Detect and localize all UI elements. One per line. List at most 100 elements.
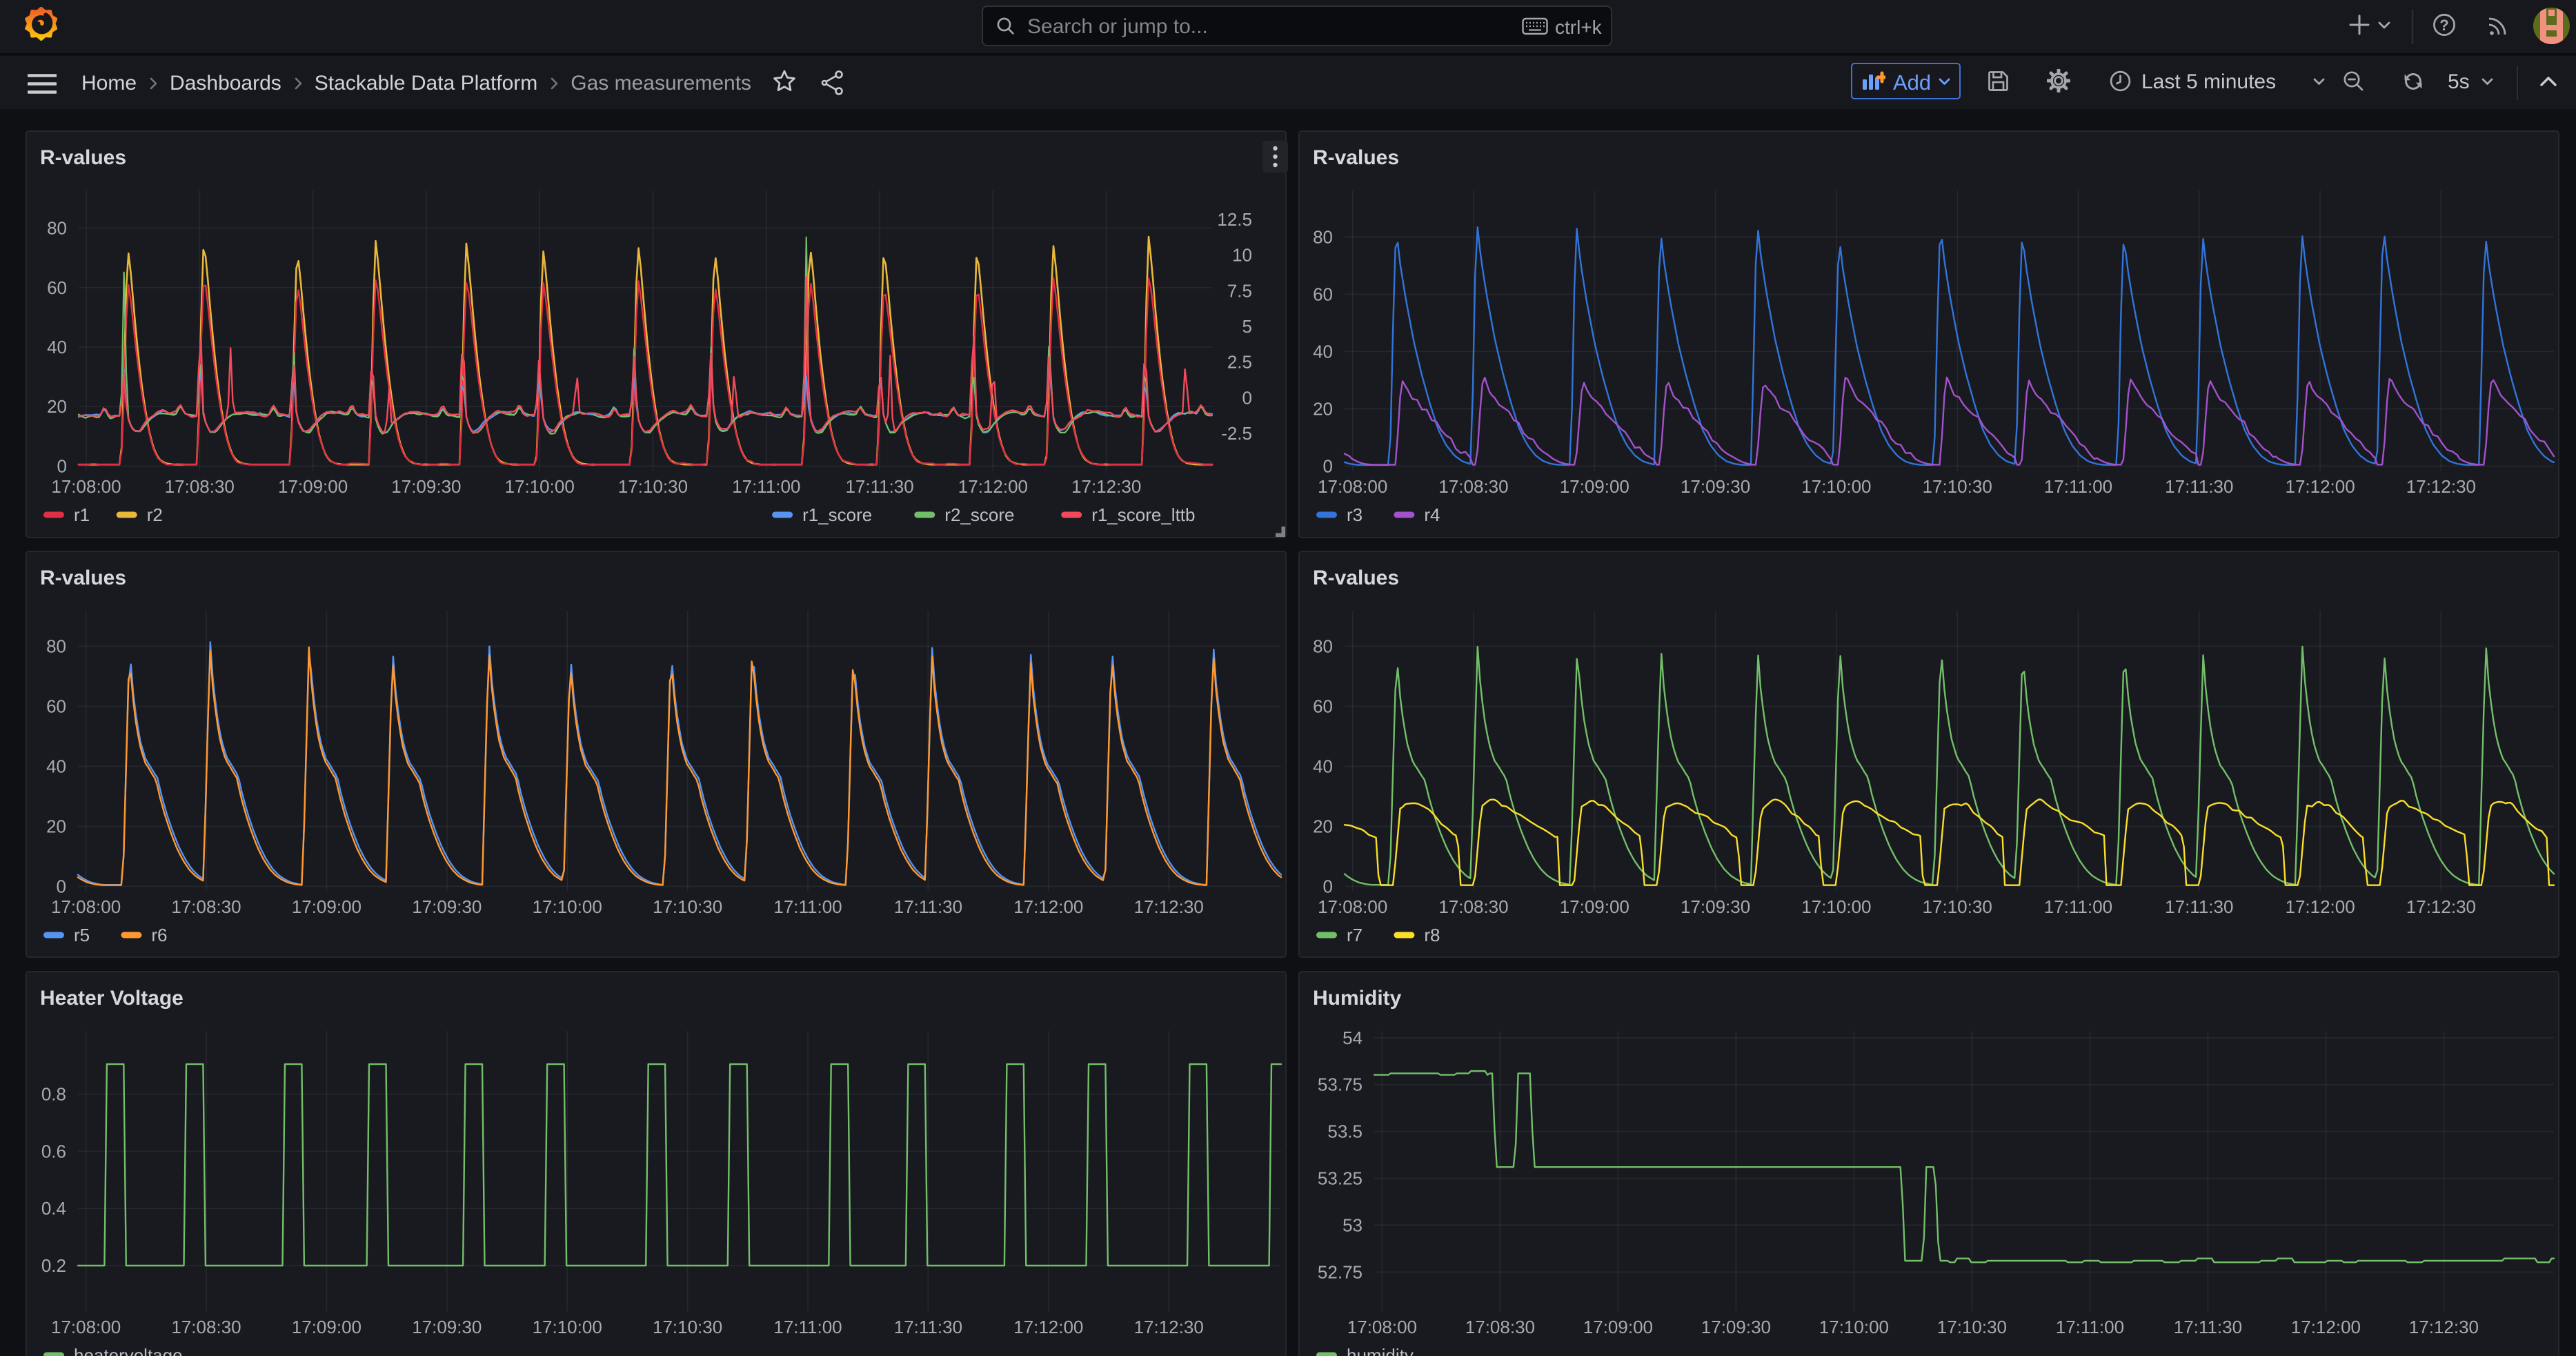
svg-text:0.4: 0.4	[41, 1198, 66, 1219]
svg-text:52.75: 52.75	[1318, 1261, 1363, 1282]
svg-text:r4: r4	[1424, 504, 1440, 525]
svg-text:17:10:30: 17:10:30	[653, 1317, 722, 1337]
svg-text:heatervoltage: heatervoltage	[74, 1345, 183, 1356]
svg-text:17:12:00: 17:12:00	[958, 476, 1028, 497]
svg-text:20: 20	[47, 396, 67, 417]
svg-text:r5: r5	[74, 925, 90, 945]
svg-text:17:09:00: 17:09:00	[278, 476, 348, 497]
svg-text:17:12:00: 17:12:00	[2291, 1317, 2361, 1337]
svg-text:17:12:30: 17:12:30	[1134, 896, 1204, 917]
svg-text:60: 60	[46, 696, 66, 716]
svg-text:17:11:30: 17:11:30	[2165, 896, 2233, 917]
svg-text:17:09:30: 17:09:30	[1681, 896, 1750, 917]
svg-text:0.8: 0.8	[41, 1084, 66, 1105]
svg-text:r2: r2	[147, 504, 163, 525]
svg-text:17:09:30: 17:09:30	[391, 476, 461, 497]
svg-text:17:10:00: 17:10:00	[1801, 896, 1871, 917]
svg-text:17:08:00: 17:08:00	[51, 1317, 121, 1337]
svg-text:0: 0	[1323, 876, 1333, 896]
svg-text:17:12:30: 17:12:30	[2409, 1317, 2479, 1337]
svg-text:?: ?	[2439, 17, 2448, 34]
svg-text:17:09:30: 17:09:30	[412, 896, 482, 917]
svg-text:2.5: 2.5	[1227, 352, 1252, 373]
svg-text:17:09:30: 17:09:30	[1701, 1317, 1771, 1337]
svg-text:r1: r1	[74, 504, 90, 525]
svg-text:17:10:30: 17:10:30	[653, 896, 722, 917]
svg-text:17:08:30: 17:08:30	[165, 476, 235, 497]
svg-text:40: 40	[1313, 341, 1333, 362]
svg-text:0.2: 0.2	[41, 1255, 66, 1276]
svg-text:7.5: 7.5	[1227, 280, 1252, 301]
svg-text:17:09:30: 17:09:30	[1681, 476, 1750, 497]
svg-text:17:09:00: 17:09:00	[1583, 1317, 1653, 1337]
svg-text:17:11:00: 17:11:00	[2044, 896, 2112, 917]
svg-text:R-values: R-values	[40, 146, 126, 169]
svg-text:60: 60	[1313, 284, 1333, 304]
svg-text:17:11:00: 17:11:00	[773, 896, 842, 917]
svg-text:17:09:00: 17:09:00	[1560, 896, 1629, 917]
svg-text:17:11:30: 17:11:30	[894, 896, 962, 917]
svg-text:Heater Voltage: Heater Voltage	[40, 987, 184, 1010]
svg-text:80: 80	[46, 636, 66, 656]
svg-text:17:08:00: 17:08:00	[51, 896, 121, 917]
svg-text:80: 80	[1313, 226, 1333, 247]
svg-text:17:08:00: 17:08:00	[1318, 476, 1387, 497]
svg-text:17:12:00: 17:12:00	[1013, 1317, 1083, 1337]
svg-text:53.5: 53.5	[1327, 1121, 1363, 1142]
svg-text:17:12:00: 17:12:00	[2285, 896, 2355, 917]
svg-text:17:09:00: 17:09:00	[292, 896, 361, 917]
svg-text:r7: r7	[1347, 925, 1363, 945]
svg-text:54: 54	[1343, 1028, 1363, 1048]
svg-text:17:10:30: 17:10:30	[618, 476, 688, 497]
svg-text:r1_score: r1_score	[802, 504, 872, 525]
svg-text:17:12:30: 17:12:30	[1071, 476, 1141, 497]
svg-text:53.75: 53.75	[1318, 1074, 1363, 1095]
svg-text:17:12:00: 17:12:00	[2285, 476, 2355, 497]
svg-text:60: 60	[1313, 696, 1333, 716]
svg-text:17:11:00: 17:11:00	[2056, 1317, 2124, 1337]
svg-text:12.5: 12.5	[1217, 209, 1252, 230]
svg-text:17:10:00: 17:10:00	[533, 896, 602, 917]
svg-text:20: 20	[1313, 816, 1333, 836]
svg-text:Humidity: Humidity	[1313, 987, 1402, 1010]
svg-text:0: 0	[1323, 455, 1333, 476]
svg-text:17:10:30: 17:10:30	[1923, 476, 1992, 497]
svg-text:17:10:00: 17:10:00	[505, 476, 575, 497]
svg-text:r6: r6	[151, 925, 167, 945]
svg-text:17:10:30: 17:10:30	[1937, 1317, 2007, 1337]
svg-text:r3: r3	[1347, 504, 1363, 525]
svg-text:17:08:00: 17:08:00	[51, 476, 121, 497]
svg-text:0: 0	[57, 876, 66, 896]
svg-text:-2.5: -2.5	[1221, 423, 1252, 444]
svg-text:r2_score: r2_score	[944, 504, 1014, 525]
svg-text:17:08:30: 17:08:30	[171, 896, 241, 917]
svg-text:17:10:30: 17:10:30	[1923, 896, 1992, 917]
svg-text:0.6: 0.6	[41, 1141, 66, 1161]
svg-text:r8: r8	[1424, 925, 1440, 945]
svg-text:17:10:00: 17:10:00	[533, 1317, 602, 1337]
svg-text:R-values: R-values	[1313, 567, 1399, 589]
svg-text:17:09:00: 17:09:00	[292, 1317, 361, 1337]
svg-text:5: 5	[1242, 316, 1252, 337]
svg-text:40: 40	[47, 337, 67, 357]
svg-text:0: 0	[1242, 387, 1252, 408]
svg-text:10: 10	[1232, 245, 1252, 266]
svg-text:17:11:30: 17:11:30	[2165, 476, 2233, 497]
svg-text:17:11:30: 17:11:30	[845, 476, 913, 497]
svg-text:53.25: 53.25	[1318, 1168, 1363, 1189]
svg-text:17:09:00: 17:09:00	[1560, 476, 1629, 497]
svg-text:40: 40	[46, 756, 66, 776]
svg-text:17:12:00: 17:12:00	[1013, 896, 1083, 917]
svg-text:17:11:00: 17:11:00	[773, 1317, 842, 1337]
svg-text:17:08:30: 17:08:30	[1438, 896, 1508, 917]
svg-text:17:08:30: 17:08:30	[1438, 476, 1508, 497]
svg-text:17:12:30: 17:12:30	[2406, 476, 2476, 497]
svg-text:20: 20	[1313, 398, 1333, 419]
svg-text:17:08:30: 17:08:30	[171, 1317, 241, 1337]
svg-text:60: 60	[47, 277, 67, 298]
svg-text:0: 0	[57, 455, 67, 476]
svg-text:17:11:00: 17:11:00	[732, 476, 800, 497]
svg-text:r1_score_lttb: r1_score_lttb	[1091, 504, 1195, 525]
svg-text:R-values: R-values	[1313, 146, 1399, 169]
svg-text:17:12:30: 17:12:30	[2406, 896, 2476, 917]
